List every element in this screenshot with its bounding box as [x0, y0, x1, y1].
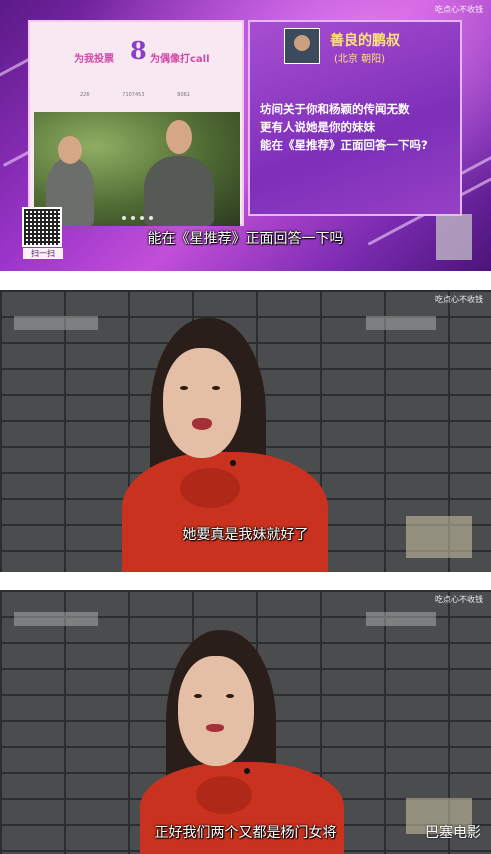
left-eye	[180, 386, 188, 390]
interview-frame: 吃点心不收钱 她要真是我妹就好了	[0, 290, 491, 572]
blouse-bow	[196, 776, 252, 814]
stat-value: 226	[80, 92, 90, 98]
actress-face	[58, 136, 82, 164]
actor-face	[166, 120, 192, 154]
lapel-mic	[244, 768, 250, 774]
question-line: 能在《星推荐》正面回答一下吗?	[260, 138, 428, 152]
sender-avatar	[284, 28, 320, 64]
blurred-strip	[14, 612, 98, 626]
interview-frame: 吃点心不收钱 正好我们两个又都是杨门女将 巴塞电影	[0, 590, 491, 854]
lapel-mic	[230, 460, 236, 466]
qr-label: 扫一扫	[23, 248, 63, 259]
blurred-strip	[14, 316, 98, 330]
sender-name: 善良的鹏叔	[330, 33, 400, 49]
subtitle: 她要真是我妹就好了	[182, 527, 309, 543]
watermark: 吃点心不收钱	[435, 595, 483, 604]
blurred-strip	[366, 612, 436, 626]
stat-value: 8061	[177, 92, 190, 98]
drama-still-image	[34, 112, 240, 226]
show-info-panel: 为我投票 8 为偶像打call 226 7107453 8061	[28, 20, 244, 226]
actor-figure	[144, 156, 214, 226]
blurred-strip	[366, 316, 436, 330]
carousel-dots	[122, 216, 153, 220]
sender-location: (北京 朝阳)	[334, 54, 385, 65]
mouth	[206, 724, 224, 732]
subtitle: 正好我们两个又都是杨门女将	[154, 825, 337, 841]
mouth	[192, 418, 212, 430]
stats-row: 226 7107453 8061	[80, 92, 190, 98]
rank-number: 8	[130, 36, 147, 65]
question-line: 更有人说她是你的妹妹	[260, 120, 375, 134]
question-text: 坊间关于你和杨颖的传闻无数 更有人说她是你的妹妹 能在《星推荐》正面回答一下吗?	[260, 100, 460, 154]
question-line: 坊间关于你和杨颖的传闻无数	[260, 102, 410, 116]
stat-value: 7107453	[122, 92, 145, 98]
tv-show-frame: 吃点心不收钱 为我投票 8 为偶像打call 226 7107453 8061 …	[0, 0, 491, 271]
watermark: 吃点心不收钱	[435, 295, 483, 304]
face	[178, 656, 254, 766]
right-eye	[226, 694, 234, 698]
slogan-left: 为我投票	[74, 54, 114, 65]
source-logo: 巴塞电影	[425, 825, 481, 841]
subtitle: 能在《星推荐》正面回答一下吗	[147, 231, 344, 247]
face	[163, 348, 241, 458]
watermark: 吃点心不收钱	[435, 5, 483, 14]
left-eye	[194, 694, 202, 698]
viewer-question-panel: 善良的鹏叔 (北京 朝阳) 坊间关于你和杨颖的传闻无数 更有人说她是你的妹妹 能…	[248, 20, 462, 216]
slogan-right: 为偶像打call	[150, 54, 210, 65]
right-eye	[212, 386, 220, 390]
blouse-bow	[180, 468, 240, 508]
